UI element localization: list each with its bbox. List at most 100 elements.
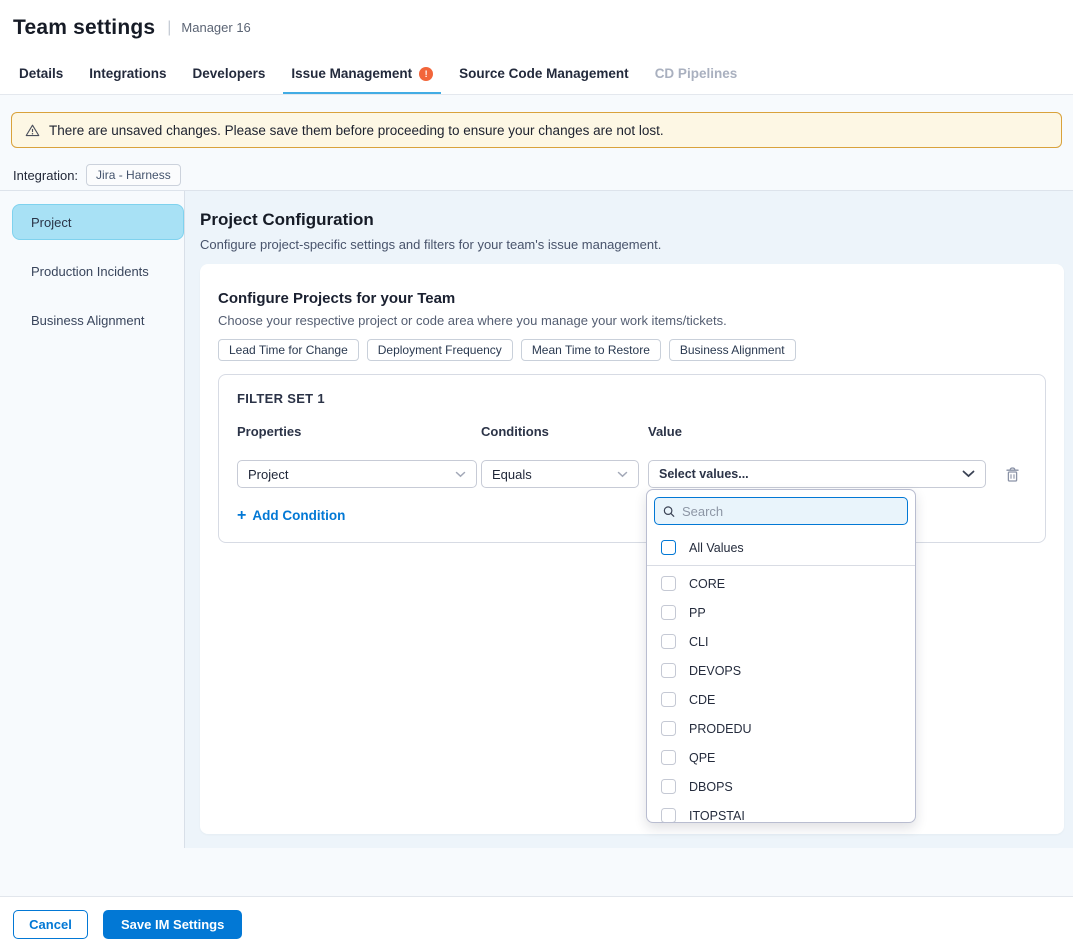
- chevron-down-icon: [617, 471, 628, 478]
- property-select[interactable]: Project: [237, 460, 477, 488]
- option-qpe[interactable]: QPE: [647, 743, 915, 772]
- tab-label: CD Pipelines: [655, 66, 738, 81]
- chevron-down-icon: [962, 470, 975, 478]
- integration-chip[interactable]: Jira - Harness: [86, 164, 181, 186]
- checkbox-icon[interactable]: [661, 779, 676, 794]
- tab-issue-management[interactable]: Issue Management !: [283, 55, 441, 94]
- property-select-value: Project: [248, 467, 288, 482]
- option-label: DBOPS: [689, 780, 733, 794]
- search-input[interactable]: [682, 504, 899, 519]
- search-icon: [663, 505, 675, 518]
- tab-integrations[interactable]: Integrations: [81, 55, 174, 94]
- filter-set-1: FILTER SET 1 Properties Conditions Value…: [218, 374, 1046, 543]
- all-values-label: All Values: [689, 541, 744, 555]
- value-select-dropdown: All Values CORE PP CLI DEVOPS CDE PRODED…: [646, 489, 916, 823]
- condition-select-value: Equals: [492, 467, 532, 482]
- trash-icon: [1005, 466, 1020, 483]
- option-dbops[interactable]: DBOPS: [647, 772, 915, 801]
- option-label: CORE: [689, 577, 725, 591]
- checkbox-icon[interactable]: [661, 692, 676, 707]
- all-values-option[interactable]: All Values: [647, 532, 915, 563]
- checkbox-icon[interactable]: [661, 576, 676, 591]
- tab-label: Integrations: [89, 66, 166, 81]
- tab-details[interactable]: Details: [11, 55, 71, 94]
- sidebar-item-label: Business Alignment: [31, 313, 144, 328]
- value-multiselect[interactable]: Select values...: [648, 460, 986, 488]
- checkbox-icon[interactable]: [661, 634, 676, 649]
- tab-source-code-management[interactable]: Source Code Management: [451, 55, 637, 94]
- tab-cd-pipelines: CD Pipelines: [647, 55, 746, 94]
- option-label: PP: [689, 606, 706, 620]
- option-label: PRODEDU: [689, 722, 752, 736]
- conditions-label: Conditions: [481, 424, 639, 439]
- option-label: CLI: [689, 635, 708, 649]
- chip-lead-time-for-change[interactable]: Lead Time for Change: [218, 339, 359, 361]
- option-cde[interactable]: CDE: [647, 685, 915, 714]
- dropdown-search[interactable]: [654, 497, 908, 525]
- integration-label: Integration:: [13, 168, 78, 183]
- condition-select[interactable]: Equals: [481, 460, 639, 488]
- filter-set-title: FILTER SET 1: [237, 391, 1027, 406]
- tab-label: Developers: [193, 66, 266, 81]
- page-title: Team settings: [13, 16, 155, 40]
- warning-icon: [25, 123, 40, 138]
- option-label: DEVOPS: [689, 664, 741, 678]
- checkbox-icon[interactable]: [661, 663, 676, 678]
- tab-label: Details: [19, 66, 63, 81]
- value-label: Value: [648, 424, 986, 439]
- section-subtitle: Configure project-specific settings and …: [200, 237, 1064, 252]
- tab-label: Source Code Management: [459, 66, 629, 81]
- integration-row: Integration: Jira - Harness: [13, 164, 1060, 186]
- tab-label: Issue Management: [291, 66, 412, 81]
- unsaved-changes-badge-icon: !: [419, 67, 433, 81]
- unsaved-changes-banner: There are unsaved changes. Please save t…: [11, 112, 1062, 148]
- team-name: Manager 16: [181, 20, 250, 35]
- footer-actions: Cancel Save IM Settings: [0, 896, 1073, 951]
- sidebar-item-label: Production Incidents: [31, 264, 149, 279]
- section-title: Project Configuration: [200, 208, 1064, 232]
- value-select-placeholder: Select values...: [659, 467, 749, 481]
- configure-projects-card: Configure Projects for your Team Choose …: [200, 264, 1064, 834]
- save-im-settings-button[interactable]: Save IM Settings: [103, 910, 242, 939]
- option-core[interactable]: CORE: [647, 569, 915, 598]
- title-divider: |: [167, 19, 171, 37]
- sidebar-item-business-alignment[interactable]: Business Alignment: [12, 302, 184, 338]
- option-label: CDE: [689, 693, 715, 707]
- option-cli[interactable]: CLI: [647, 627, 915, 656]
- sidebar-item-project[interactable]: Project: [12, 204, 184, 240]
- chip-business-alignment[interactable]: Business Alignment: [669, 339, 796, 361]
- chip-mean-time-to-restore[interactable]: Mean Time to Restore: [521, 339, 661, 361]
- option-prodedu[interactable]: PRODEDU: [647, 714, 915, 743]
- tab-developers[interactable]: Developers: [185, 55, 274, 94]
- option-pp[interactable]: PP: [647, 598, 915, 627]
- add-condition-button[interactable]: + Add Condition: [237, 508, 345, 523]
- section-sidebar: Project Production Incidents Business Al…: [0, 191, 185, 848]
- checkbox-icon[interactable]: [661, 808, 676, 823]
- plus-icon: +: [237, 509, 246, 523]
- option-devops[interactable]: DEVOPS: [647, 656, 915, 685]
- main-panel: Project Configuration Configure project-…: [185, 191, 1073, 848]
- sidebar-item-production-incidents[interactable]: Production Incidents: [12, 253, 184, 289]
- delete-condition-button[interactable]: [1005, 466, 1020, 483]
- card-subtitle: Choose your respective project or code a…: [218, 313, 1046, 328]
- add-condition-label: Add Condition: [252, 508, 345, 523]
- metric-chips: Lead Time for Change Deployment Frequenc…: [218, 339, 1046, 361]
- option-itopstai[interactable]: ITOPSTAI: [647, 801, 915, 823]
- option-label: ITOPSTAI: [689, 809, 745, 823]
- settings-tabbar: Details Integrations Developers Issue Ma…: [0, 55, 1073, 95]
- card-title: Configure Projects for your Team: [218, 290, 1046, 307]
- properties-label: Properties: [237, 424, 477, 439]
- top-section: There are unsaved changes. Please save t…: [0, 95, 1073, 191]
- chevron-down-icon: [455, 471, 466, 478]
- banner-text: There are unsaved changes. Please save t…: [49, 123, 664, 138]
- checkbox-all-values[interactable]: [661, 540, 676, 555]
- chip-deployment-frequency[interactable]: Deployment Frequency: [367, 339, 513, 361]
- dropdown-option-list: CORE PP CLI DEVOPS CDE PRODEDU QPE DBOP: [647, 566, 915, 823]
- filter-condition-row: Project Equals Select valu: [237, 460, 1027, 488]
- page-header: Team settings | Manager 16: [0, 0, 1073, 55]
- sidebar-item-label: Project: [31, 215, 71, 230]
- cancel-button[interactable]: Cancel: [13, 910, 88, 939]
- checkbox-icon[interactable]: [661, 721, 676, 736]
- checkbox-icon[interactable]: [661, 605, 676, 620]
- checkbox-icon[interactable]: [661, 750, 676, 765]
